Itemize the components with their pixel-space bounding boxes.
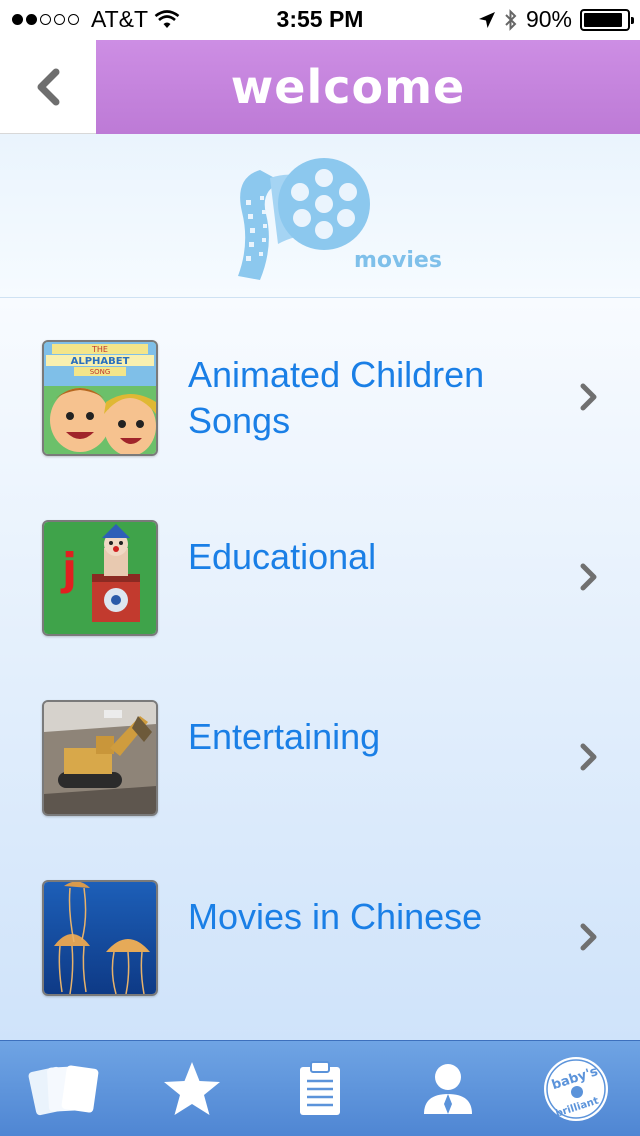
thumbnail-alphabet-song: THE ALPHABET SONG xyxy=(42,340,158,456)
battery-fill xyxy=(584,12,622,27)
chevron-right-icon xyxy=(580,383,597,411)
list-item-movies-in-chinese[interactable]: Movies in Chinese xyxy=(0,838,640,1018)
thumbnail-jack-in-the-box: j xyxy=(42,520,158,636)
thumb-text-2: ALPHABET xyxy=(71,356,130,367)
list-item-entertaining[interactable]: Entertaining xyxy=(0,658,640,838)
clipboard-icon xyxy=(300,1061,340,1115)
star-icon xyxy=(164,1062,220,1115)
list-item-animated-children-songs[interactable]: THE ALPHABET SONG Animated Children Song… xyxy=(0,298,640,478)
battery-icon xyxy=(580,8,634,31)
cards-icon xyxy=(28,1065,99,1116)
thumb-letter: j xyxy=(60,544,77,595)
tab-cards[interactable] xyxy=(0,1041,128,1136)
header: welcome xyxy=(0,40,640,134)
person-icon xyxy=(424,1064,472,1114)
status-bar: AT&T 3:55 PM 90% xyxy=(0,0,640,40)
thumbnail-excavator xyxy=(42,700,158,816)
list-item-label: Movies in Chinese xyxy=(188,896,483,937)
bluetooth-icon xyxy=(505,8,517,31)
list-item-label: Entertaining xyxy=(188,716,381,757)
chevron-right-icon xyxy=(580,923,597,951)
babys-brilliant-logo: baby's brilliant xyxy=(544,1057,608,1121)
chevron-right-icon xyxy=(580,563,597,591)
location-arrow-icon xyxy=(478,11,495,28)
screen: AT&T 3:55 PM 90% welcome movies THE ALPH… xyxy=(0,0,640,1136)
battery-percent: 90% xyxy=(525,6,572,32)
thumb-text-1: THE xyxy=(91,345,108,354)
category-list: THE ALPHABET SONG Animated Children Song… xyxy=(0,298,640,1040)
banner-label: movies xyxy=(354,248,442,273)
list-item-educational[interactable]: j Educational xyxy=(0,478,640,658)
thumbnail-jellyfish xyxy=(42,880,158,996)
thumb-text-3: SONG xyxy=(90,368,111,376)
title-bar: welcome xyxy=(96,40,640,134)
chevron-left-icon xyxy=(37,68,60,105)
status-right: 90% xyxy=(478,6,634,33)
list-item-label: Animated Children Songs xyxy=(188,354,485,441)
chevron-right-icon xyxy=(580,743,597,771)
section-banner: movies xyxy=(0,134,640,298)
tab-profile[interactable] xyxy=(384,1041,512,1136)
list-item-label: Educational xyxy=(188,536,377,577)
page-title: welcome xyxy=(230,60,466,114)
tab-babys-brilliant[interactable]: baby's brilliant xyxy=(512,1041,640,1136)
tab-bar: baby's brilliant xyxy=(0,1040,640,1136)
back-button[interactable] xyxy=(0,40,96,134)
tab-clipboard[interactable] xyxy=(256,1041,384,1136)
tab-favorites[interactable] xyxy=(128,1041,256,1136)
